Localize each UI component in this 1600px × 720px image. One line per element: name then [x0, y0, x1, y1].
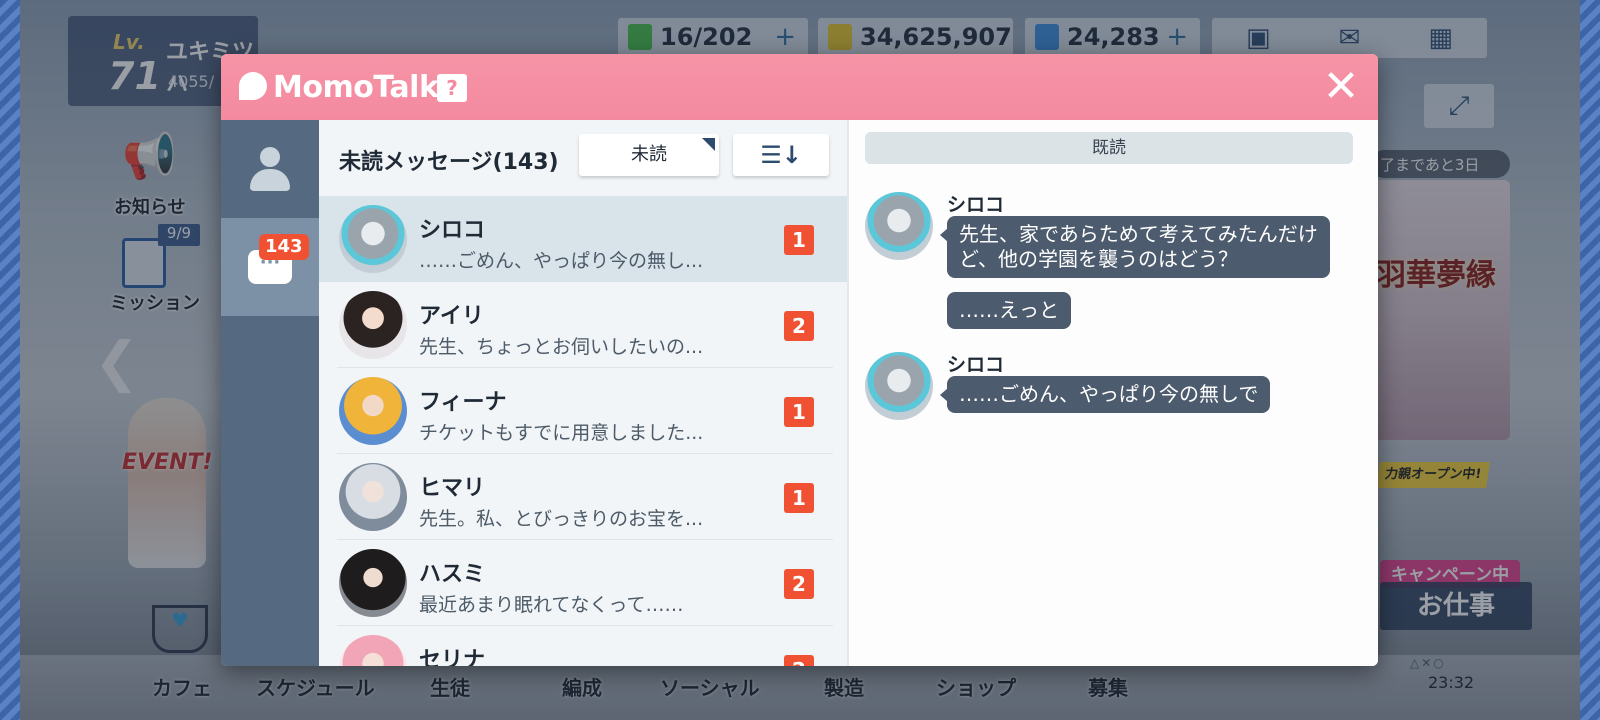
message-sender: シロコ [947, 354, 1005, 376]
contact-preview: ……ごめん、やっぱり今の無し... [419, 250, 704, 272]
unread-messages-title: 未読メッセージ(143) [339, 150, 559, 175]
contact-name: ハスミ [419, 562, 486, 587]
contact-row-hasumi[interactable]: ハスミ 最近あまり眠れてなくって…… 2 [319, 540, 847, 626]
unread-count: 2 [784, 569, 814, 599]
message-bubble: 先生、家であらためて考えてみたんだけ ど、他の学園を襲うのはどう？ [940, 216, 1330, 278]
avatar [339, 549, 407, 617]
contact-row-himari[interactable]: ヒマリ 先生。私、とびっきりのお宝を... 1 [319, 454, 847, 540]
filter-value: 未読 [631, 144, 667, 165]
message-line: ど、他の学園を襲うのはどう？ [959, 247, 1238, 271]
contact-row-shiroko[interactable]: シロコ ……ごめん、やっぱり今の無し... 1 [319, 196, 847, 282]
unread-count: 2 [784, 311, 814, 341]
contact-name: シロコ [419, 218, 486, 243]
message-line: 先生、家であらためて考えてみたんだけ [959, 222, 1318, 246]
avatar [865, 192, 933, 260]
message-sender: シロコ [947, 194, 1005, 216]
momotalk-header: MomoTalk ? ✕ [221, 54, 1378, 120]
contact-preview: 先生、ちょっとお伺いしたいの... [419, 336, 704, 358]
close-button[interactable]: ✕ [1321, 65, 1361, 109]
contact-name: ヒマリ [419, 476, 486, 501]
avatar [339, 635, 407, 666]
message-bubble: ……ごめん、やっぱり今の無しで [939, 376, 1271, 413]
avatar [339, 291, 407, 359]
filter-dropdown[interactable]: 未読 [579, 134, 719, 176]
momotalk-window: MomoTalk ? ✕ ··· 143 未読メッセージ(143) 未読 ☰↓ [221, 54, 1378, 666]
unread-count: 1 [784, 397, 814, 427]
contact-row-airi[interactable]: アイリ 先生、ちょっとお伺いしたいの... 2 [319, 282, 847, 368]
avatar [339, 205, 407, 273]
contact-preview: 最近あまり眠れてなくって…… [419, 594, 684, 616]
avatar [865, 352, 933, 420]
contact-preview: 先生。私、とびっきりのお宝を... [419, 508, 704, 530]
chat-panel: 既読 シロコ 先生、家であらためて考えてみたんだけ ど、他の学園を襲うのはどう？… [847, 120, 1378, 666]
read-divider: 既読 [865, 132, 1353, 164]
contact-row-serina[interactable]: セリナ 2 [319, 626, 847, 666]
momotalk-logo-icon [239, 72, 267, 100]
tab-profile[interactable] [221, 120, 319, 218]
message-bubble: ……えっと [947, 292, 1071, 329]
unread-count-badge: 143 [259, 234, 309, 260]
sort-icon: ☰↓ [760, 141, 802, 169]
person-icon [250, 147, 290, 191]
message-line: ……ごめん、やっぱり今の無しで [959, 382, 1259, 406]
dropdown-corner-icon [702, 138, 715, 151]
unread-count: 2 [784, 655, 814, 666]
avatar [339, 463, 407, 531]
message-list-header: 未読メッセージ(143) 未読 ☰↓ [319, 120, 847, 196]
contact-name: フィーナ [419, 390, 507, 415]
sort-button[interactable]: ☰↓ [733, 134, 829, 176]
contact-preview: チケットもすでに用意しました... [419, 422, 704, 444]
momotalk-title: MomoTalk [273, 70, 439, 105]
contact-name: アイリ [419, 304, 484, 329]
contact-row-fina[interactable]: フィーナ チケットもすでに用意しました... 1 [319, 368, 847, 454]
message-line: ……えっと [959, 298, 1059, 322]
avatar [339, 377, 407, 445]
tab-messages[interactable]: ··· 143 [221, 218, 319, 316]
momotalk-side-rail: ··· 143 [221, 120, 319, 666]
unread-count: 1 [784, 225, 814, 255]
message-list-panel: 未読メッセージ(143) 未読 ☰↓ シロコ ……ごめん、やっぱり今の無し...… [319, 120, 847, 666]
contact-name: セリナ [419, 648, 486, 666]
help-button[interactable]: ? [437, 74, 467, 102]
unread-count: 1 [784, 483, 814, 513]
